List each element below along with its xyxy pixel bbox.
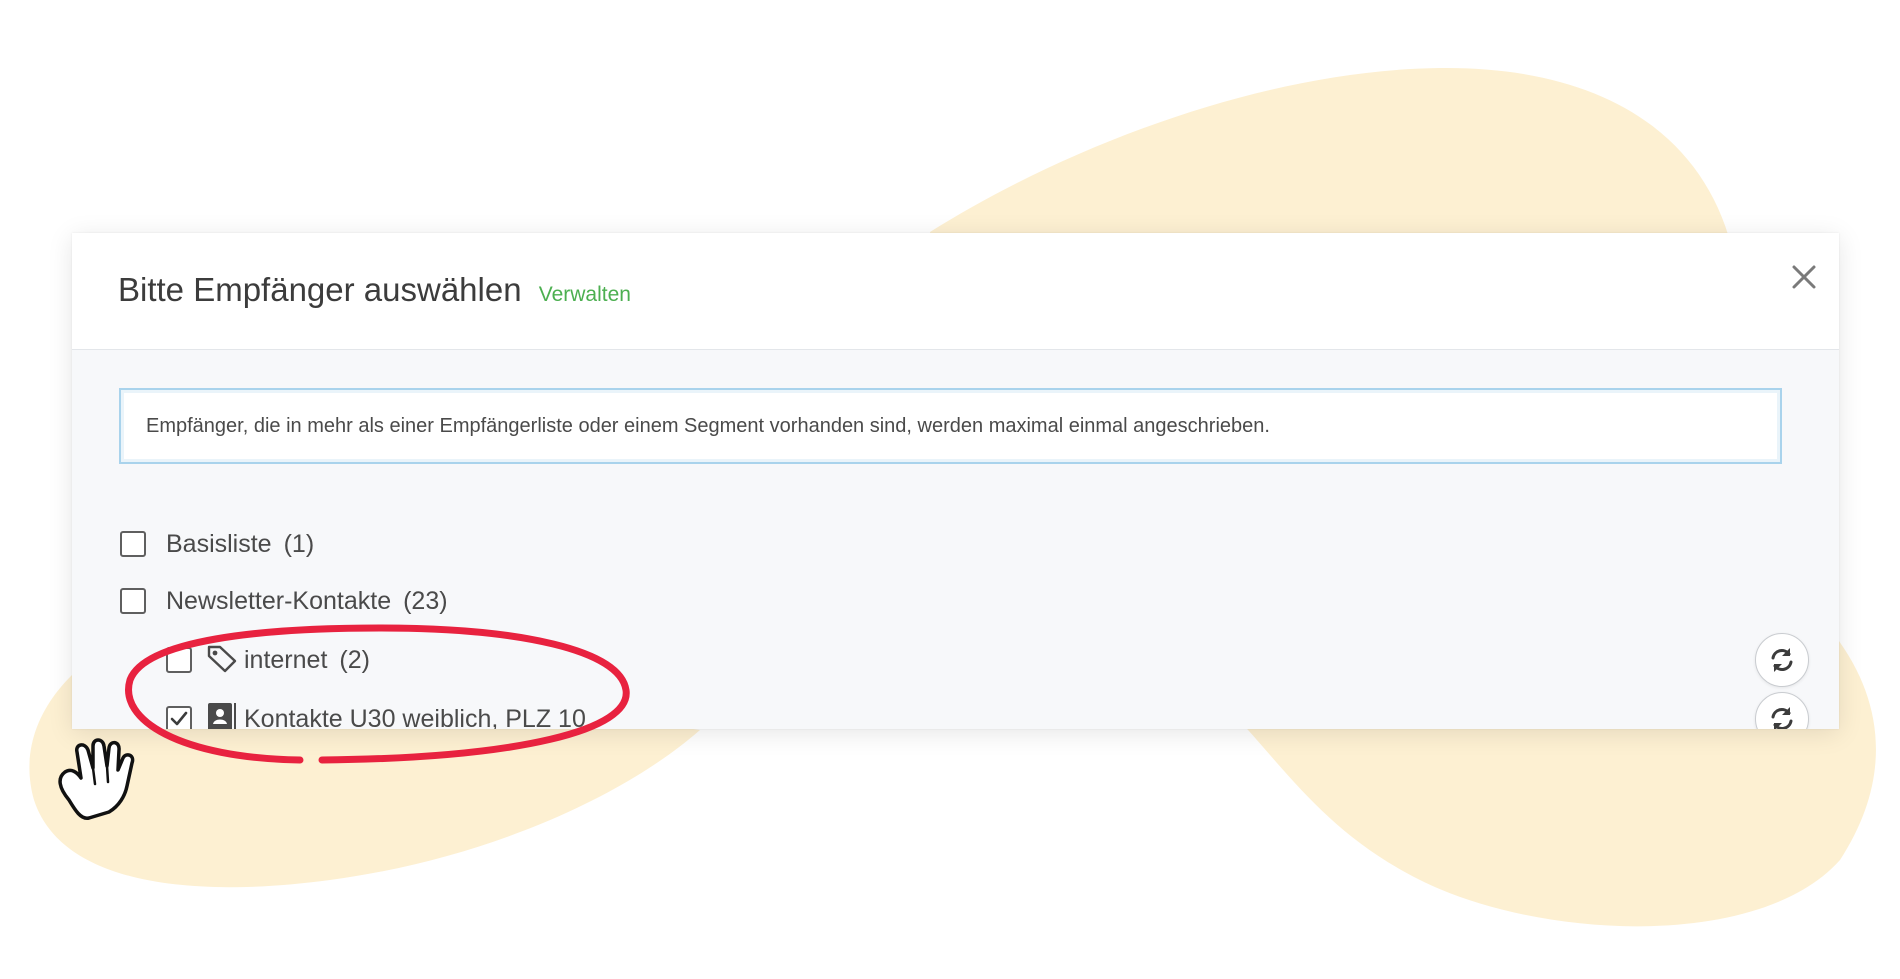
checkmark-icon [170, 711, 188, 726]
list-item-label: Kontakte U30 weiblich, PLZ 10 [244, 704, 586, 730]
recipient-dialog: Bitte Empfänger auswählen Verwalten Empf… [72, 233, 1839, 729]
refresh-button-internet[interactable] [1755, 633, 1809, 687]
list-item-count: (2) [339, 645, 370, 674]
manage-link[interactable]: Verwalten [539, 283, 631, 306]
tag-icon [206, 643, 238, 678]
list-item-count: (23) [403, 586, 448, 615]
dialog-body: Empfänger, die in mehr als einer Empfäng… [72, 350, 1839, 729]
checkbox-kontakte-u30[interactable] [166, 706, 192, 729]
list-item-count: (1) [283, 529, 315, 558]
checkbox-basisliste[interactable] [120, 531, 146, 557]
list-item-label: Newsletter-Kontakte [166, 586, 392, 615]
close-button[interactable] [1782, 255, 1826, 299]
list-item-label: Basisliste [166, 529, 272, 558]
checkbox-newsletter-kontakte[interactable] [120, 588, 146, 614]
refresh-button-kontakte-u30[interactable] [1755, 692, 1809, 729]
dialog-title-text: Bitte Empfänger auswählen [118, 271, 522, 308]
list-item-newsletter-kontakte: Newsletter-Kontakte (23) [120, 581, 448, 621]
checkbox-internet[interactable] [166, 647, 192, 673]
dialog-title: Bitte Empfänger auswählen Verwalten [118, 271, 631, 309]
list-item-basisliste: Basisliste (1) [120, 524, 314, 564]
segment-item-kontakte-u30: Kontakte U30 weiblich, PLZ 10 [166, 699, 586, 729]
list-item-label: internet [244, 645, 328, 674]
dialog-header: Bitte Empfänger auswählen Verwalten [72, 233, 1839, 350]
close-icon [1792, 265, 1816, 289]
address-book-icon [206, 702, 238, 729]
segment-item-internet: internet (2) [166, 640, 370, 680]
refresh-icon [1771, 648, 1793, 672]
refresh-icon [1771, 707, 1793, 729]
info-message: Empfänger, die in mehr als einer Empfäng… [119, 388, 1782, 464]
